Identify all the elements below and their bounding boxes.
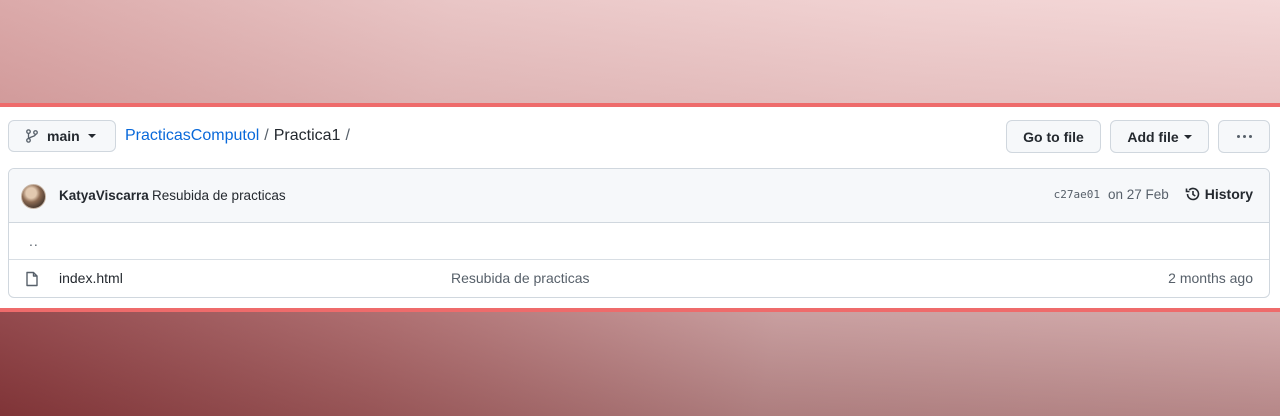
add-file-label: Add file (1127, 128, 1179, 145)
background-bottom (0, 312, 1280, 416)
go-to-file-button[interactable]: Go to file (1006, 120, 1101, 153)
history-label: History (1204, 186, 1253, 202)
repo-file-panel: main PracticasComputol / Practica1 / Go … (0, 107, 1280, 308)
file-icon (26, 271, 38, 287)
chevron-down-icon (87, 134, 96, 138)
go-to-file-label: Go to file (1023, 128, 1084, 145)
table-row[interactable]: index.html Resubida de practicas 2 month… (9, 260, 1269, 297)
commit-message-link[interactable]: Resubida de practicas (152, 188, 286, 203)
parent-directory-link[interactable]: .. (29, 233, 39, 249)
add-file-button[interactable]: Add file (1110, 120, 1209, 153)
breadcrumb-separator-trailing: / (345, 127, 350, 144)
commit-sha-link[interactable]: c27ae01 (1054, 188, 1100, 201)
breadcrumb-current-folder: Practica1 (273, 127, 341, 144)
git-branch-icon (26, 129, 38, 143)
breadcrumb-separator: / (264, 127, 269, 144)
file-commit-message-link[interactable]: Resubida de practicas (451, 270, 590, 286)
breadcrumb-repo-link[interactable]: PracticasComputol (125, 127, 259, 145)
commit-author-link[interactable]: KatyaViscarra (59, 188, 149, 203)
history-link[interactable]: History (1185, 186, 1253, 202)
file-list-box: KatyaViscarra Resubida de practicas c27a… (8, 168, 1270, 298)
avatar[interactable] (21, 184, 46, 209)
parent-directory-row[interactable]: .. (9, 223, 1269, 260)
more-options-button[interactable] (1218, 120, 1270, 153)
chevron-down-icon (1183, 134, 1192, 139)
commit-date: on 27 Feb (1107, 186, 1169, 202)
latest-commit-row: KatyaViscarra Resubida de practicas c27a… (9, 169, 1269, 223)
breadcrumb: PracticasComputol / Practica1 / (125, 127, 355, 145)
commit-meta: c27ae01 on 27 Feb History (1054, 186, 1253, 202)
history-icon (1185, 187, 1200, 201)
branch-selector-button[interactable]: main (8, 120, 116, 152)
branch-label: main (47, 128, 80, 144)
file-name-link[interactable]: index.html (59, 270, 123, 286)
kebab-horizontal-icon (1236, 135, 1252, 138)
background-top (0, 0, 1280, 104)
file-age: 2 months ago (1168, 270, 1253, 286)
